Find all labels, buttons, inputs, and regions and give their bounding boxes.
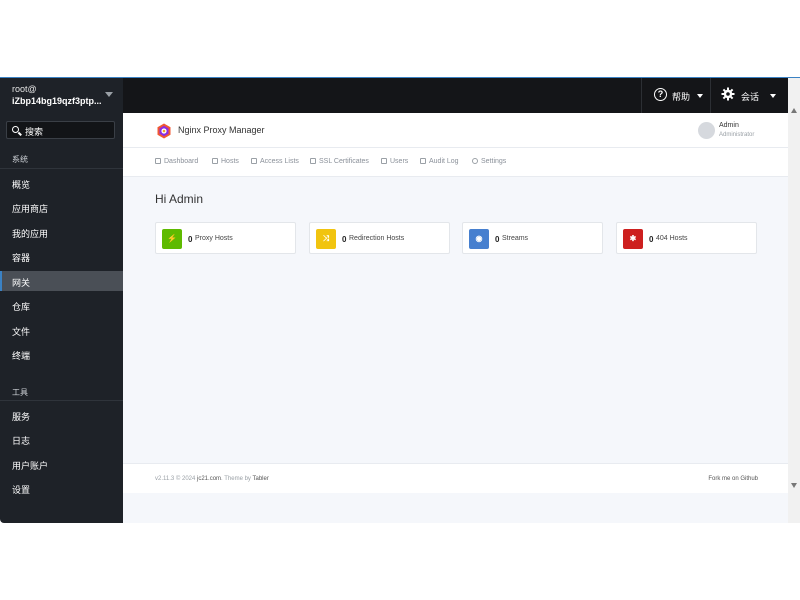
- top-bar: ? 帮助 会话: [123, 78, 788, 113]
- avatar[interactable]: [698, 122, 715, 139]
- chevron-down-icon: [697, 94, 703, 98]
- sidebar-item-overview[interactable]: 概览: [0, 173, 123, 193]
- sidebar-item-services[interactable]: 服务: [0, 405, 123, 425]
- footer-company-link[interactable]: jc21.com: [197, 476, 221, 482]
- tab-ssl-certificates[interactable]: SSL Certificates: [310, 158, 369, 165]
- chevron-down-icon[interactable]: [105, 92, 113, 97]
- shield-icon: [310, 158, 316, 164]
- main-nav: Dashboard Hosts Access Lists SSL Certifi…: [123, 148, 788, 177]
- stat-label: Streams: [502, 235, 529, 242]
- app-header: Nginx Proxy Manager Admin Administrator: [123, 113, 788, 148]
- help-label: 帮助: [672, 92, 691, 102]
- sidebar-item-logs[interactable]: 日志: [0, 429, 123, 449]
- stat-card-proxy-hosts[interactable]: ⚡ 0 Proxy Hosts: [155, 222, 296, 254]
- app-title: Nginx Proxy Manager: [178, 125, 265, 135]
- sidebar: root@ iZbp14bg19qzf3ptp... 搜索 系统 概览 应用商店…: [0, 78, 123, 523]
- stat-label: Proxy Hosts: [195, 235, 233, 242]
- stat-label: 404 Hosts: [656, 235, 688, 242]
- settings-icon: [472, 158, 478, 164]
- sidebar-item-user-accounts[interactable]: 用户账户: [0, 454, 123, 474]
- host-switcher[interactable]: root@ iZbp14bg19qzf3ptp...: [0, 78, 123, 113]
- search-label: 搜索: [25, 127, 44, 137]
- sidebar-item-repository[interactable]: 仓库: [0, 295, 123, 315]
- book-icon: [420, 158, 426, 164]
- shuffle-icon: ⤨: [316, 229, 336, 249]
- tab-users[interactable]: Users: [381, 158, 408, 165]
- stat-count: 0: [495, 235, 500, 244]
- sidebar-item-settings[interactable]: 设置: [0, 478, 123, 498]
- page-title: Hi Admin: [155, 192, 204, 206]
- zap-off-icon: ✱: [623, 229, 643, 249]
- scrollbar[interactable]: [788, 78, 800, 523]
- scroll-up-icon[interactable]: [791, 108, 797, 113]
- users-icon: [381, 158, 387, 164]
- session-button[interactable]: 会话: [710, 78, 788, 113]
- section-system-heading: 系统: [12, 155, 28, 164]
- divider: [0, 400, 123, 401]
- app-content: Nginx Proxy Manager Admin Administrator …: [123, 113, 788, 523]
- sidebar-item-app-store[interactable]: 应用商店: [0, 197, 123, 217]
- radio-icon: ◉: [469, 229, 489, 249]
- sidebar-item-files[interactable]: 文件: [0, 320, 123, 340]
- sidebar-item-gateway[interactable]: 网关: [0, 271, 123, 291]
- gear-icon: [721, 87, 735, 101]
- stat-count: 0: [342, 235, 347, 244]
- user-name[interactable]: Admin: [719, 122, 739, 129]
- home-icon: [155, 158, 161, 164]
- tab-access-lists[interactable]: Access Lists: [251, 158, 299, 165]
- footer: v2.11.3 © 2024 jc21.com. Theme by Tabler…: [123, 463, 788, 493]
- scroll-down-icon[interactable]: [791, 483, 797, 488]
- sidebar-item-terminal[interactable]: 终端: [0, 344, 123, 364]
- search-icon: [12, 126, 19, 133]
- lock-icon: [251, 158, 257, 164]
- help-button[interactable]: ? 帮助: [641, 78, 709, 113]
- host-name: iZbp14bg19qzf3ptp...: [12, 96, 102, 106]
- section-tools-heading: 工具: [12, 388, 28, 397]
- user-role: Administrator: [719, 132, 755, 138]
- search-input[interactable]: 搜索: [6, 121, 115, 139]
- stat-count: 0: [188, 235, 193, 244]
- sidebar-item-containers[interactable]: 容器: [0, 246, 123, 266]
- tab-settings[interactable]: Settings: [472, 158, 506, 165]
- divider: [0, 168, 123, 169]
- chevron-down-icon: [770, 94, 776, 98]
- stat-card-404-hosts[interactable]: ✱ 0 404 Hosts: [616, 222, 757, 254]
- help-icon: ?: [654, 88, 667, 101]
- zap-icon: ⚡: [162, 229, 182, 249]
- tab-dashboard[interactable]: Dashboard: [155, 158, 198, 165]
- footer-credits: v2.11.3 © 2024 jc21.com. Theme by Tabler: [155, 476, 269, 482]
- nginx-proxy-manager-logo: [157, 123, 171, 139]
- tab-audit-log[interactable]: Audit Log: [420, 158, 459, 165]
- monitor-icon: [212, 158, 218, 164]
- stat-label: Redirection Hosts: [349, 235, 405, 242]
- stat-card-redirection-hosts[interactable]: ⤨ 0 Redirection Hosts: [309, 222, 450, 254]
- github-link[interactable]: Fork me on Github: [708, 476, 758, 482]
- tab-hosts[interactable]: Hosts: [212, 158, 239, 165]
- stat-count: 0: [649, 235, 654, 244]
- session-label: 会话: [741, 92, 760, 102]
- footer-theme-link[interactable]: Tabler: [253, 476, 269, 482]
- stat-card-streams[interactable]: ◉ 0 Streams: [462, 222, 603, 254]
- sidebar-item-my-apps[interactable]: 我的应用: [0, 222, 123, 242]
